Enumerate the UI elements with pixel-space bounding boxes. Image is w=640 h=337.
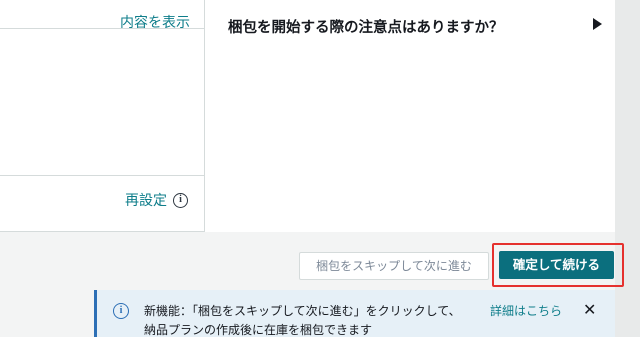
faq-panel: 梱包を開始する際の注意点はありますか？ (205, 0, 615, 232)
info-icon: i (113, 303, 129, 319)
info-icon[interactable]: i (173, 192, 188, 208)
show-content-link[interactable]: 内容を表示 (120, 12, 190, 32)
reset-link[interactable]: 再設定 (125, 190, 167, 210)
banner-text-line2: 納品プランの作成後に在庫を梱包できます (144, 323, 373, 337)
confirm-continue-button[interactable]: 確定して続ける (499, 251, 614, 279)
card-divider (0, 28, 205, 29)
faq-question[interactable]: 梱包を開始する際の注意点はありますか？ (228, 16, 504, 37)
reset-row: 再設定 i (125, 190, 188, 210)
learn-more-link[interactable]: 詳細はこちら (490, 302, 562, 319)
card-divider (0, 175, 205, 176)
info-banner: i 新機能：「梱包をスキップして次に進む」をクリックして、 納品プランの作成後に… (94, 290, 615, 337)
close-icon[interactable]: ✕ (583, 300, 596, 319)
skip-packing-button[interactable]: 梱包をスキップして次に進む (299, 252, 489, 280)
packing-options-card: 内容を表示 再設定 i (0, 0, 205, 232)
banner-text-line1: 新機能：「梱包をスキップして次に進む」をクリックして、 (144, 304, 461, 318)
caret-right-icon[interactable] (593, 18, 602, 30)
